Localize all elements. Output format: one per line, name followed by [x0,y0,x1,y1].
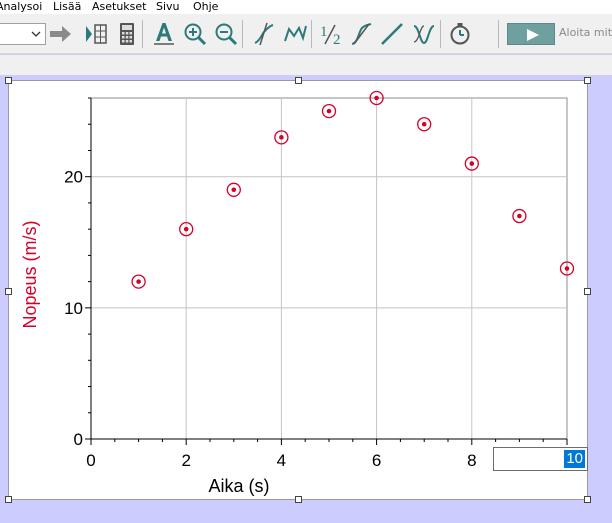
y-tick-label: 10 [64,299,83,318]
y-tick-label: 20 [64,168,83,187]
data-point [279,135,284,140]
x-tick-label: 4 [277,451,286,470]
plot-area [90,97,568,440]
y-tick-label: 0 [74,430,83,449]
x-tick-label: 6 [372,451,381,470]
y-axis-title: Nopeus (m/s) [20,220,40,328]
data-point [564,266,570,271]
x-tick-label: 0 [86,451,95,470]
x-axis-title: Aika (s) [208,476,269,496]
x-tick-label: 2 [181,451,190,470]
scatter-chart: 0 2 4 6 8 0 10 20 Aika (s) Nopeus (m/s) [20,90,575,496]
data-point [421,121,427,127]
data-point [231,187,237,193]
x-axis-max-input[interactable]: 10 [493,447,588,471]
data-point [469,161,475,166]
data-point [183,226,189,232]
x-tick-label: 8 [467,451,476,470]
data-point [136,279,141,284]
data-point [374,95,379,101]
x-axis-max-value: 10 [564,450,585,468]
data-point [326,108,332,114]
data-point [517,213,522,219]
